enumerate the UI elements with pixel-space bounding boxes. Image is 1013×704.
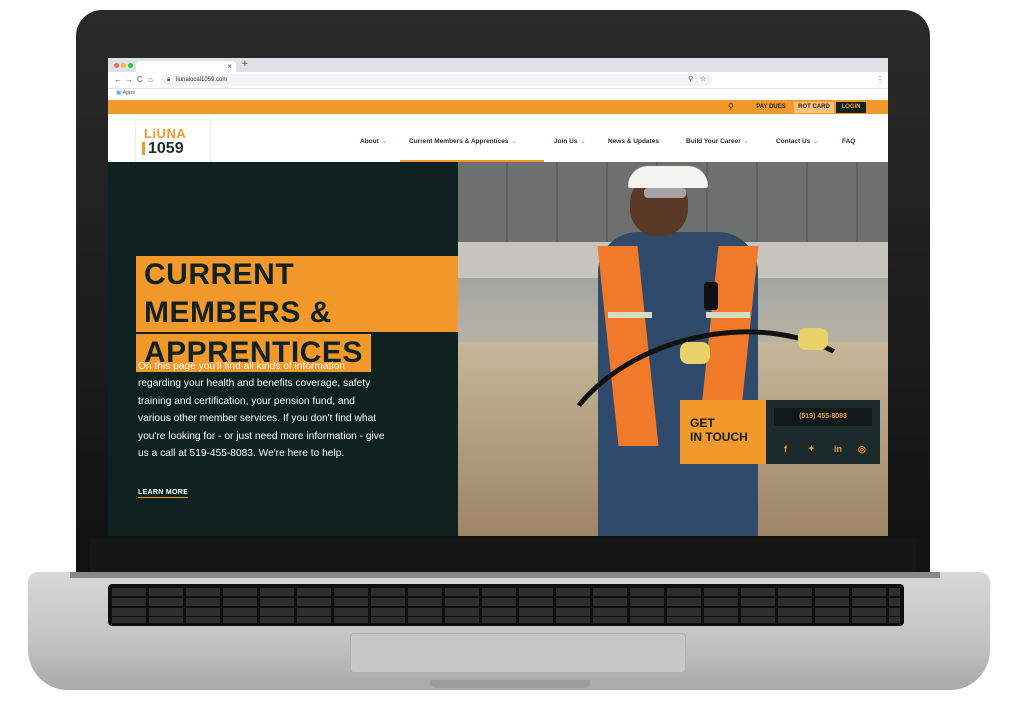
address-row: ← → C ⌂ 🔒︎ liunalocal1059.com ⚲ ☆ ⋮ [108,72,888,89]
nav-news-updates[interactable]: News & Updates [608,138,659,145]
utility-bar: ⚲ PAY DUES ROT CARD LOGIN [108,100,888,114]
hero-photo [458,162,888,536]
forward-icon[interactable]: → [125,74,133,86]
minimize-window-dot[interactable] [121,63,126,68]
nav-faq[interactable]: FAQ [842,138,855,145]
hard-hat [628,166,708,188]
nav-label: Build Your Career [686,138,741,145]
site-header: LiUNA 1059 About ⌄ Current Members & Appr… [108,114,888,162]
pay-dues-button[interactable]: PAY DUES [750,102,792,113]
trackpad [350,633,686,673]
chevron-down-icon: ⌄ [743,139,749,145]
nav-label: FAQ [842,138,856,145]
key-row [112,598,900,606]
get-in-touch-label: GET IN TOUCH [690,416,748,444]
lock-icon: 🔒︎ [167,77,171,83]
location-pin-icon[interactable]: ⚲ [688,74,693,86]
laptop-hinge [70,572,940,578]
key-row [112,617,900,623]
close-window-dot[interactable] [114,63,119,68]
home-icon[interactable]: ⌂ [148,74,153,86]
safety-glasses [644,188,686,198]
nav-contact-us[interactable]: Contact Us ⌄ [776,138,818,145]
maximize-window-dot[interactable] [128,63,133,68]
nav-build-career[interactable]: Build Your Career ⌄ [686,138,749,145]
hero-description: On this page you'll find all kinds of in… [138,361,385,460]
chevron-down-icon: ⌄ [381,139,387,145]
laptop-lip [430,680,590,688]
browser-menu-icon[interactable]: ⋮ [876,74,884,86]
url-text: liunalocal1059.com [176,77,228,83]
website: ⚲ PAY DUES ROT CARD LOGIN LiUNA 1059 Abo… [108,100,888,536]
learn-more-link[interactable]: LEARN MORE [138,489,189,498]
get-in-touch-box[interactable]: GET IN TOUCH [680,400,766,464]
star-icon[interactable]: ☆ [700,74,706,86]
browser-tab[interactable]: × [136,61,236,72]
new-tab-button[interactable]: + [242,59,248,70]
chevron-down-icon: ⌄ [580,139,586,145]
bookmark-apps[interactable]: ▦ Apps [116,90,135,96]
browser-screen: × + ← → C ⌂ 🔒︎ liunalocal1059.com ⚲ ☆ ⋮ … [108,58,888,536]
logo-wordmark: LiUNA [144,126,187,141]
instagram-icon[interactable]: ◎ [858,444,866,455]
linkedin-icon[interactable]: in [834,444,842,454]
liuna-logo[interactable]: LiUNA 1059 [136,120,210,162]
reload-icon[interactable]: C [137,74,143,86]
vest-reflective-stripe [706,312,750,318]
contact-box: (519) 455-8083 f ✦ in ◎ [766,400,880,464]
nav-label: Contact Us [776,138,811,145]
address-bar[interactable]: 🔒︎ liunalocal1059.com ⚲ ☆ [162,74,712,86]
tab-strip: × + [108,58,888,72]
apps-grid-icon: ▦ [116,90,122,96]
facebook-icon[interactable]: f [784,444,787,454]
get-in-touch-line-2: IN TOUCH [690,430,748,444]
nav-label: Join Us [554,138,578,145]
search-icon[interactable]: ⚲ [728,102,734,111]
glove-left [680,342,710,364]
hero-text-panel: CURRENT MEMBERS & APPRENTICES On this pa… [108,162,458,536]
get-in-touch-line-1: GET [690,416,715,430]
back-icon[interactable]: ← [114,74,122,86]
laptop-bezel-chin [90,538,916,574]
two-way-radio [704,282,718,310]
keyboard [108,584,904,626]
nav-join-us[interactable]: Join Us ⌄ [554,138,586,145]
bookmarks-bar: ▦ Apps [108,89,888,100]
glove-right [798,328,828,350]
tab-close-icon[interactable]: × [227,61,232,72]
chevron-down-icon: ⌄ [511,139,517,145]
phone-number-button[interactable]: (519) 455-8083 [774,408,872,426]
vest-reflective-stripe [608,312,652,318]
logo-number: 1059 [148,140,184,157]
nav-label: Current Members & Apprentices [409,138,509,145]
key-row [112,588,900,596]
login-button[interactable]: LOGIN [836,102,866,113]
page-title-line-1: CURRENT MEMBERS & [136,256,458,332]
page-title: CURRENT MEMBERS & APPRENTICES [136,256,458,374]
rot-card-button[interactable]: ROT CARD [794,102,834,113]
twitter-icon[interactable]: ✦ [808,444,815,453]
key-row [112,608,900,616]
chevron-down-icon: ⌄ [813,139,819,145]
nav-current-members[interactable]: Current Members & Apprentices ⌄ [409,138,516,145]
nav-about[interactable]: About ⌄ [360,138,387,145]
bookmark-label: Apps [122,90,135,96]
nav-label: About [360,138,379,145]
nav-label: News & Updates [608,138,659,145]
logo-accent-bar [142,142,145,155]
